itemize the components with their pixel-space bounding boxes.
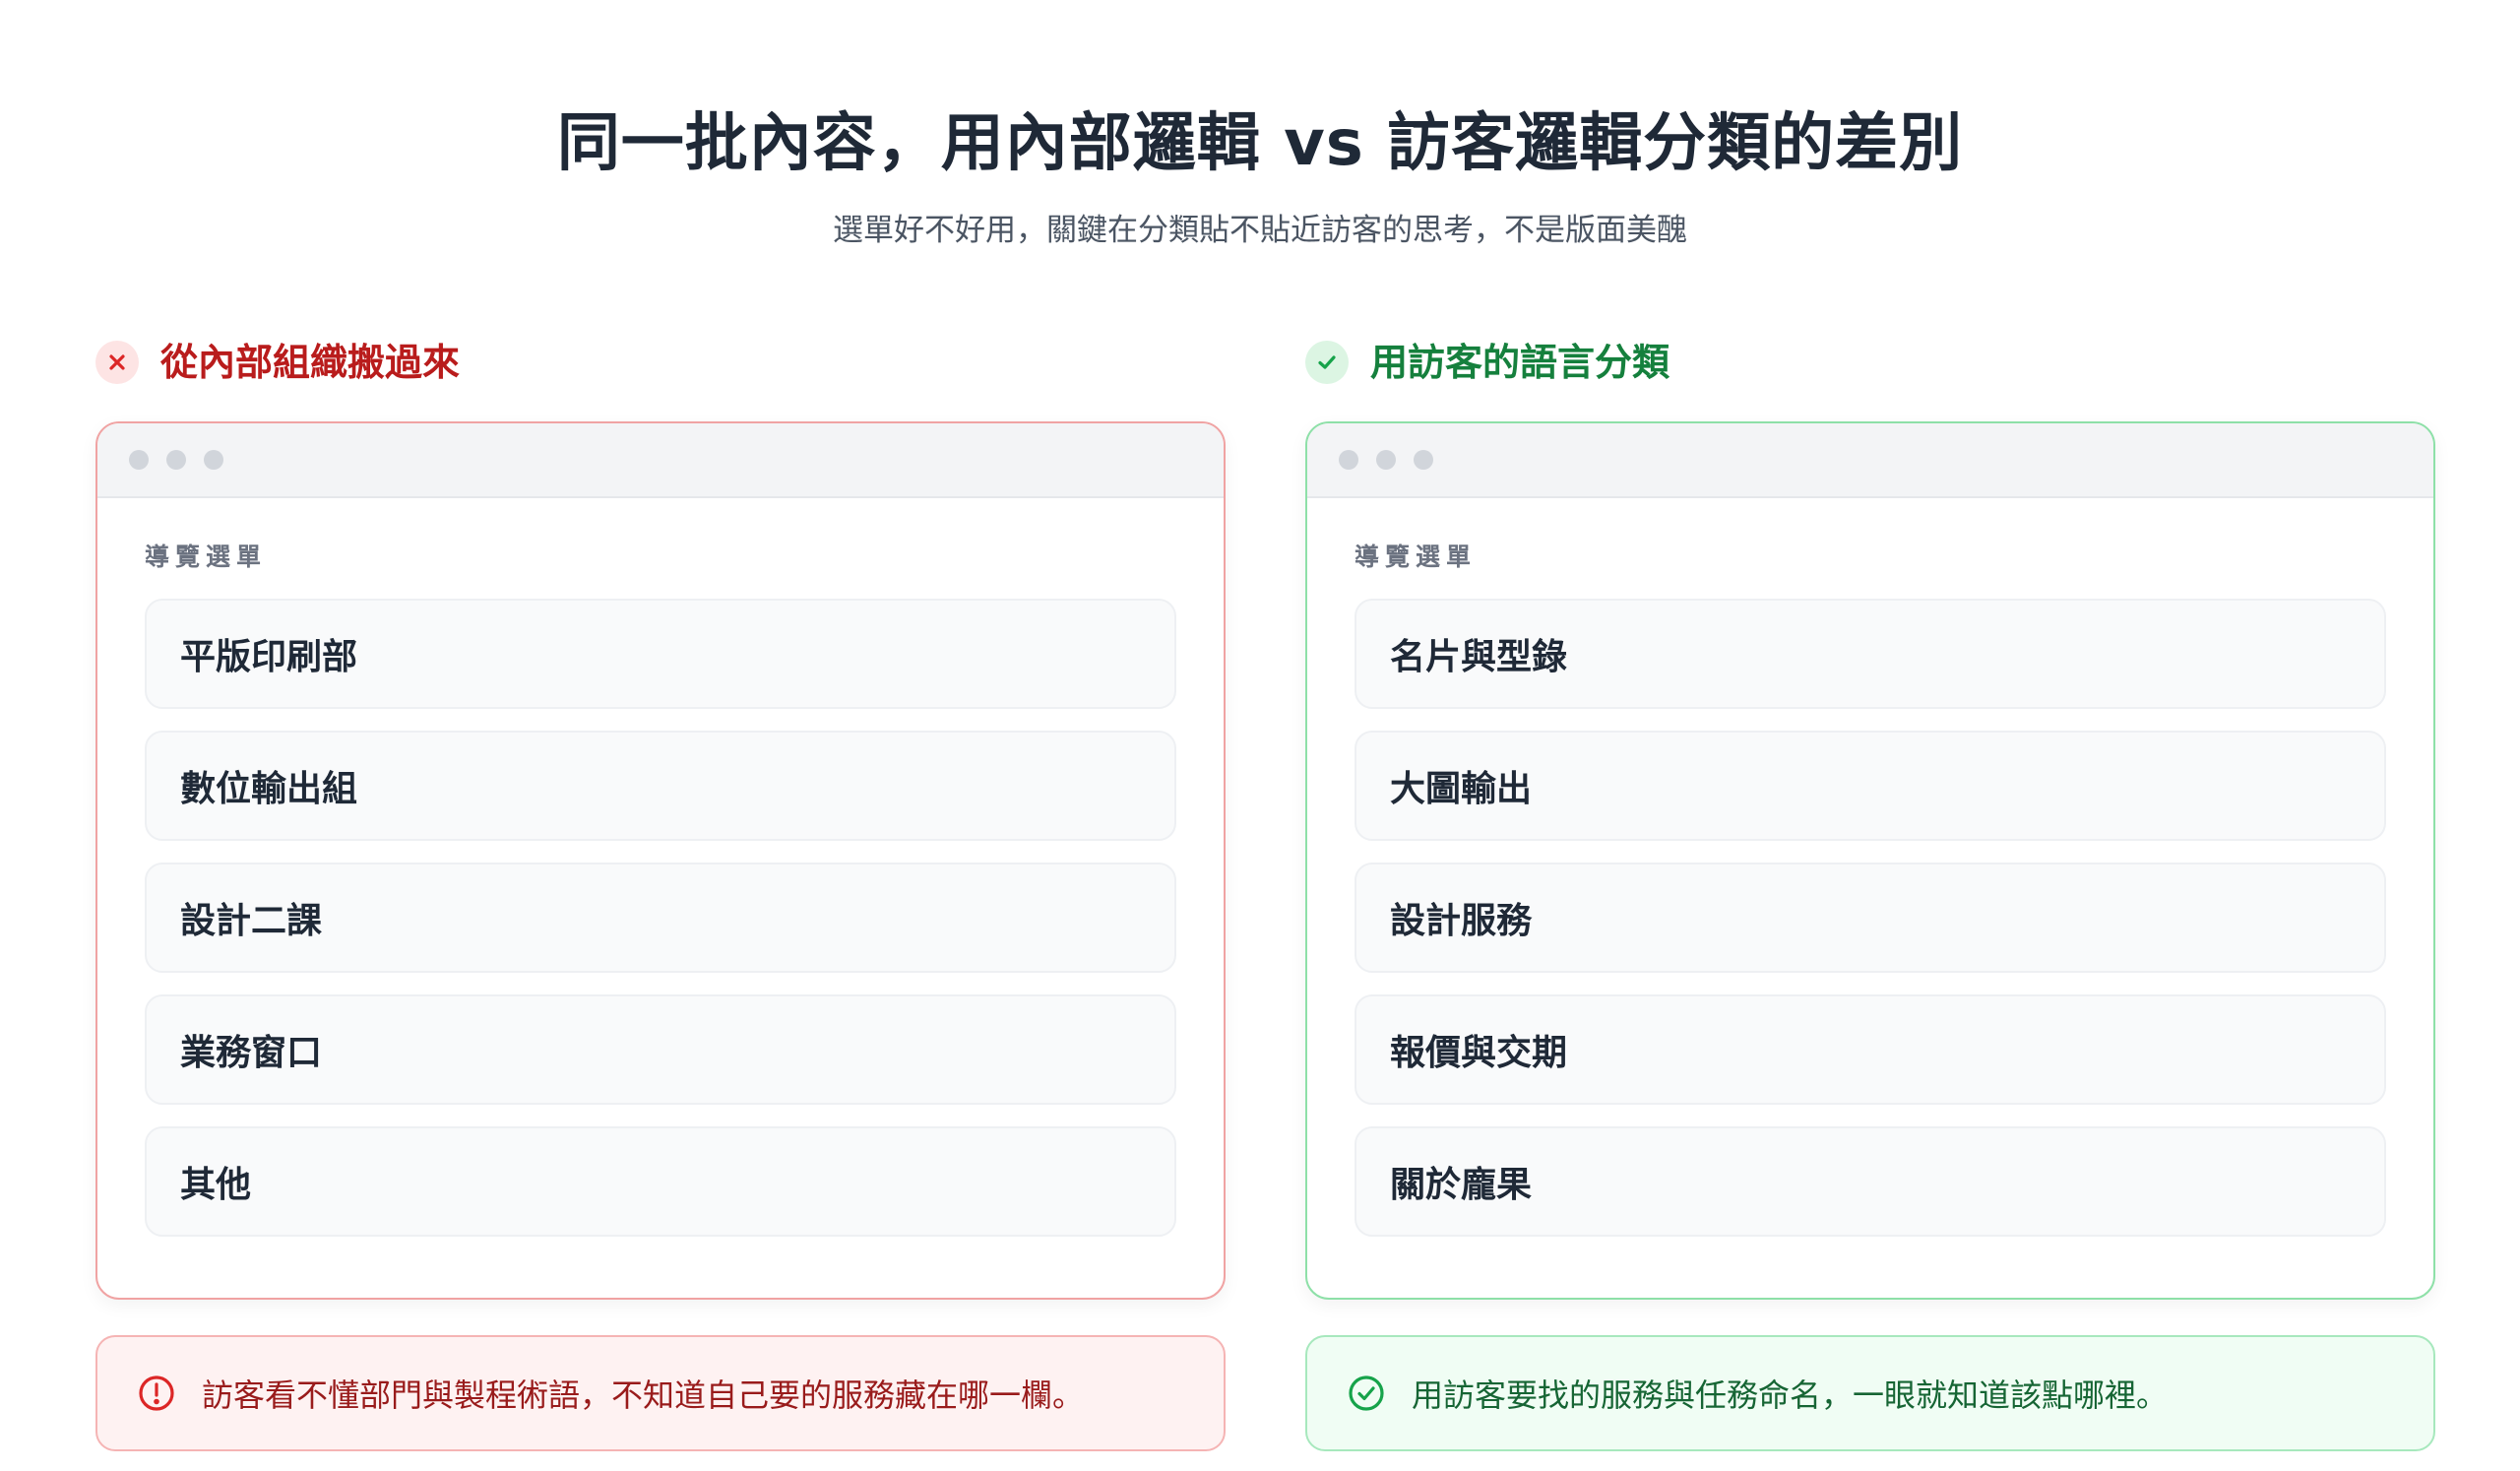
nav-item[interactable]: 業務窗口 [145,994,1176,1105]
visitor-logic-note: 用訪客要找的服務與任務命名，一眼就知道該點哪裡。 [1305,1335,2435,1451]
window-dot [1414,450,1433,470]
nav-item[interactable]: 其他 [145,1126,1176,1237]
visitor-logic-title: 用訪客的語言分類 [1370,341,1670,384]
window-titlebar [97,423,1224,498]
alert-circle-icon [139,1375,174,1411]
internal-logic-note: 訪客看不懂部門與製程術語，不知道自己要的服務藏在哪一欄。 [95,1335,1226,1451]
x-icon [95,341,139,384]
nav-label: 導覽選單 [1354,543,1478,571]
window-dot [204,450,223,470]
nav-item[interactable]: 設計服務 [1354,863,2386,973]
nav-item[interactable]: 關於龐果 [1354,1126,2386,1237]
nav-item[interactable]: 設計二課 [145,863,1176,973]
check-circle-icon [1349,1375,1384,1411]
note-text: 訪客看不懂部門與製程術語，不知道自己要的服務藏在哪一欄。 [202,1376,1085,1414]
window-dot [1376,450,1396,470]
nav-item[interactable]: 平版印刷部 [145,599,1176,709]
internal-logic-heading: 從內部組織搬過來 [95,331,1228,394]
internal-logic-column: 從內部組織搬過來 導覽選單 平版印刷部 數位輸出組 設計二課 業務窗口 其他 訪… [95,331,1228,1451]
internal-logic-title: 從內部組織搬過來 [160,341,461,384]
check-icon [1305,341,1349,384]
window-titlebar [1307,423,2433,498]
internal-logic-window: 導覽選單 平版印刷部 數位輸出組 設計二課 業務窗口 其他 [95,421,1226,1300]
nav-item[interactable]: 大圖輸出 [1354,731,2386,841]
page-title: 同一批內容，用內部邏輯 vs 訪客邏輯分類的差別 [556,107,1964,180]
nav-item[interactable]: 數位輸出組 [145,731,1176,841]
nav-menu: 名片與型錄 大圖輸出 設計服務 報價與交期 關於龐果 [1354,599,2386,1237]
nav-item[interactable]: 名片與型錄 [1354,599,2386,709]
note-text: 用訪客要找的服務與任務命名，一眼就知道該點哪裡。 [1412,1376,2169,1414]
nav-label: 導覽選單 [145,543,268,571]
nav-item[interactable]: 報價與交期 [1354,994,2386,1105]
page-subtitle: 選單好不好用，關鍵在分類貼不貼近訪客的思考，不是版面美醜 [833,213,1687,248]
visitor-logic-heading: 用訪客的語言分類 [1305,331,2437,394]
window-dot [166,450,186,470]
window-dot [1339,450,1358,470]
nav-menu: 平版印刷部 數位輸出組 設計二課 業務窗口 其他 [145,599,1176,1237]
window-dot [129,450,149,470]
visitor-logic-window: 導覽選單 名片與型錄 大圖輸出 設計服務 報價與交期 關於龐果 [1305,421,2435,1300]
visitor-logic-column: 用訪客的語言分類 導覽選單 名片與型錄 大圖輸出 設計服務 報價與交期 關於龐果… [1305,331,2437,1451]
